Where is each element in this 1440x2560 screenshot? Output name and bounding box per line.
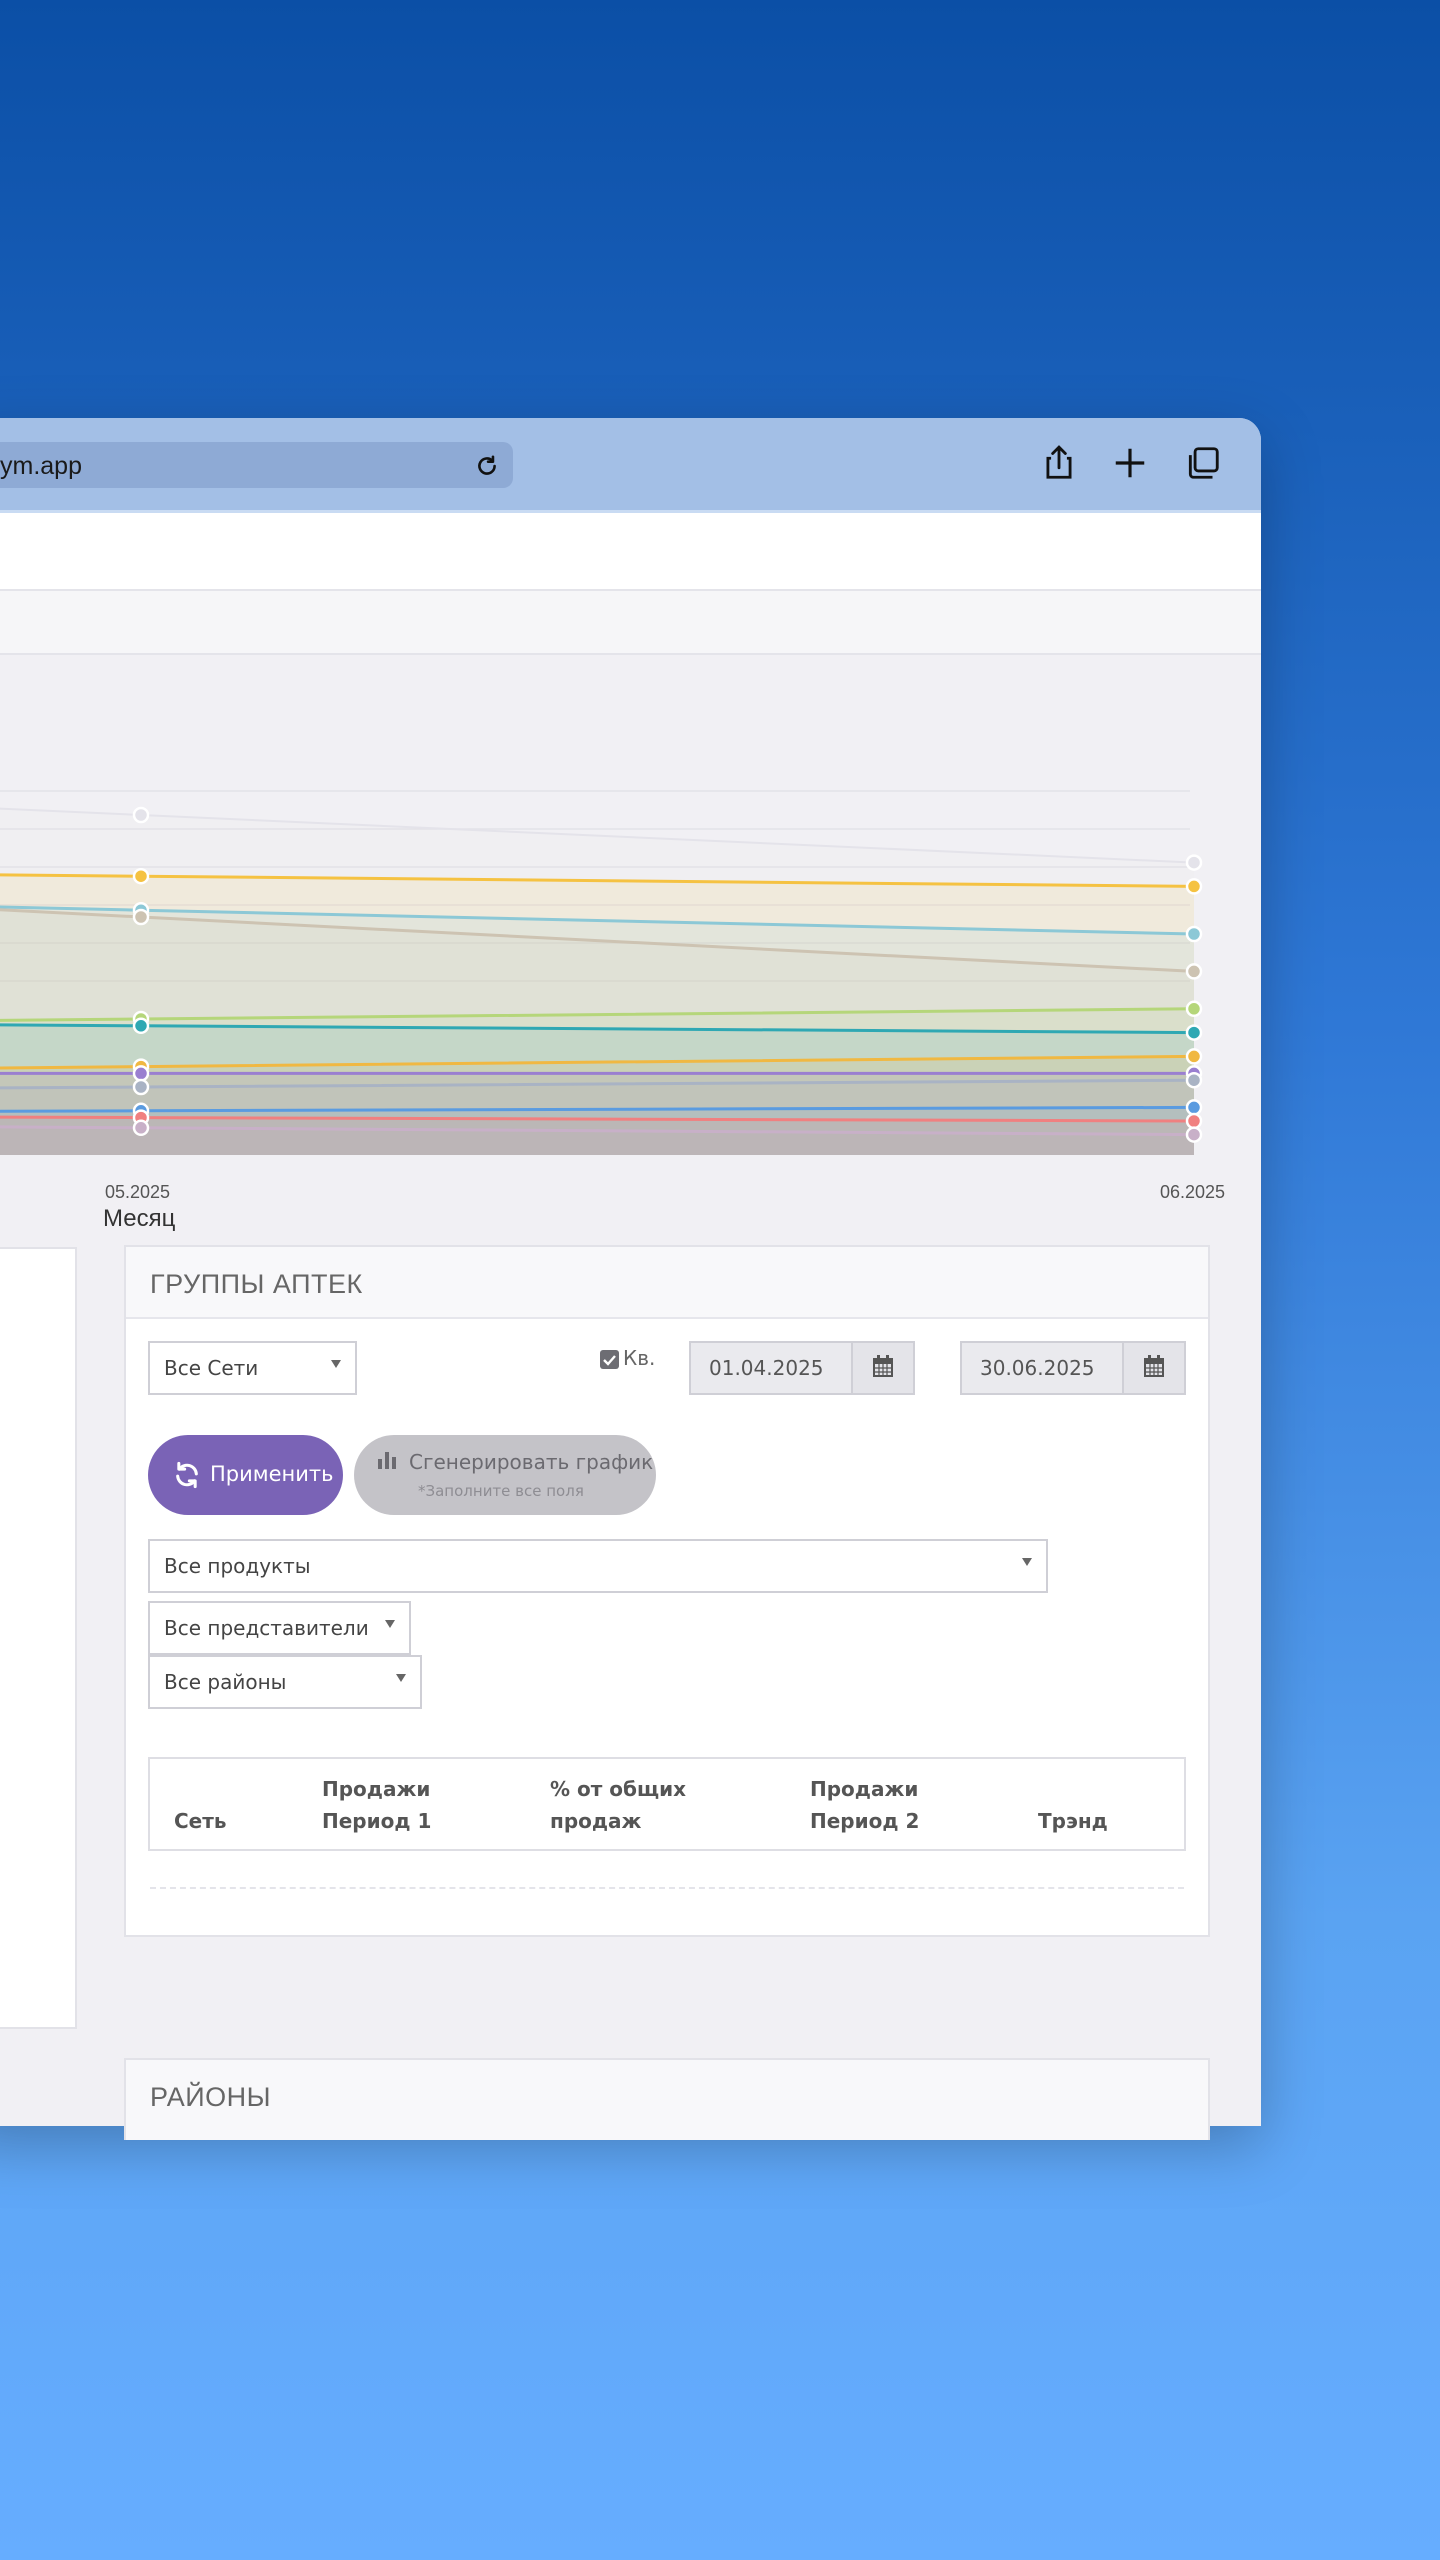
calendar-icon [1144, 1355, 1164, 1377]
calendar-button[interactable] [1122, 1343, 1184, 1393]
panel-title: ГРУППЫ АПТЕК [150, 1269, 363, 1299]
browser-toolbar: ym.app [0, 418, 1261, 513]
products-select-value: Все продукты [164, 1554, 311, 1578]
check-icon [603, 1355, 616, 1366]
quarter-checkbox[interactable] [600, 1350, 619, 1369]
url-text[interactable]: ym.app [0, 452, 82, 481]
panel-header: РАЙОНЫ [126, 2060, 1208, 2130]
x-axis-title: Месяц [103, 1205, 176, 1232]
calendar-icon [873, 1355, 893, 1377]
date-from-value: 01.04.2025 [709, 1356, 824, 1380]
panel-header: ГРУППЫ АПТЕК [126, 1247, 1208, 1319]
column-header-network[interactable]: Сеть [174, 1805, 226, 1837]
column-header-sales2-line1[interactable]: Продажи [810, 1773, 918, 1805]
data-point[interactable] [1185, 1000, 1203, 1018]
network-select-value: Все Сети [164, 1356, 259, 1380]
data-point[interactable] [132, 1017, 150, 1035]
districts-panel: РАЙОНЫ [124, 2058, 1210, 2140]
data-point[interactable] [1185, 1112, 1203, 1130]
column-header-sales2-line2[interactable]: Период 2 [810, 1805, 919, 1837]
left-panel [0, 1247, 77, 2029]
chevron-down-icon [1022, 1558, 1032, 1566]
date-from-field[interactable]: 01.04.2025 [689, 1341, 915, 1395]
products-select[interactable]: Все продукты [148, 1539, 1048, 1593]
data-point[interactable] [1185, 854, 1203, 871]
divider [150, 1887, 1184, 1889]
apply-button[interactable]: Применить [148, 1435, 343, 1515]
column-header-share-line1[interactable]: % от общих [550, 1773, 686, 1805]
generate-hint: *Заполните все поля [418, 1482, 584, 1500]
data-point[interactable] [1185, 878, 1203, 895]
new-tab-icon[interactable] [1111, 444, 1149, 482]
data-point[interactable] [132, 867, 150, 885]
address-bar[interactable]: ym.app [0, 442, 513, 488]
data-point[interactable] [132, 1078, 150, 1096]
apply-label: Применить [210, 1462, 334, 1486]
date-to-field[interactable]: 30.06.2025 [960, 1341, 1186, 1395]
data-point[interactable] [1185, 925, 1203, 943]
networks-table: Сеть Продажи Период 1 % от общих продаж … [148, 1757, 1186, 1851]
data-point[interactable] [1185, 1099, 1203, 1116]
page-subheader [0, 591, 1261, 655]
network-select[interactable]: Все Сети [148, 1341, 357, 1395]
x-tick-label: 06.2025 [1160, 1182, 1226, 1202]
districts-select[interactable]: Все районы [148, 1655, 422, 1709]
column-header-share-line2[interactable]: продаж [550, 1805, 641, 1837]
data-point[interactable] [132, 806, 150, 824]
column-header-sales1-line1[interactable]: Продажи [322, 1773, 430, 1805]
reload-icon[interactable] [474, 453, 500, 479]
data-point[interactable] [132, 1065, 150, 1082]
chevron-down-icon [331, 1360, 341, 1368]
generate-chart-button[interactable]: Сгенерировать график *Заполните все поля [354, 1435, 656, 1515]
panel-title: РАЙОНЫ [150, 2082, 272, 2112]
generate-label: Сгенерировать график [409, 1450, 654, 1474]
date-to-value: 30.06.2025 [980, 1356, 1095, 1380]
data-point[interactable] [1185, 1024, 1203, 1041]
data-point[interactable] [1185, 963, 1203, 980]
data-point[interactable] [132, 908, 150, 926]
bar-chart-icon [378, 1452, 396, 1469]
calendar-button[interactable] [851, 1343, 913, 1393]
refresh-icon [176, 1461, 198, 1489]
column-header-trend[interactable]: Трэнд [1038, 1805, 1108, 1837]
data-point[interactable] [1185, 1071, 1203, 1089]
quarter-label: Кв. [623, 1346, 656, 1370]
data-point[interactable] [1185, 1126, 1203, 1143]
reps-select[interactable]: Все представители [148, 1601, 411, 1655]
column-header-sales1-line2[interactable]: Период 1 [322, 1805, 431, 1837]
chevron-down-icon [396, 1674, 406, 1682]
chart-canvas [0, 790, 1203, 1155]
tabs-icon[interactable] [1184, 444, 1222, 482]
share-icon[interactable] [1040, 444, 1078, 482]
reps-select-value: Все представители [164, 1616, 369, 1640]
x-tick-label: 05.2025 [105, 1182, 171, 1202]
data-point[interactable] [132, 1119, 150, 1137]
chevron-down-icon [385, 1620, 395, 1628]
districts-select-value: Все районы [164, 1670, 287, 1694]
data-point[interactable] [1185, 1048, 1203, 1065]
page-header-bar [0, 513, 1261, 591]
